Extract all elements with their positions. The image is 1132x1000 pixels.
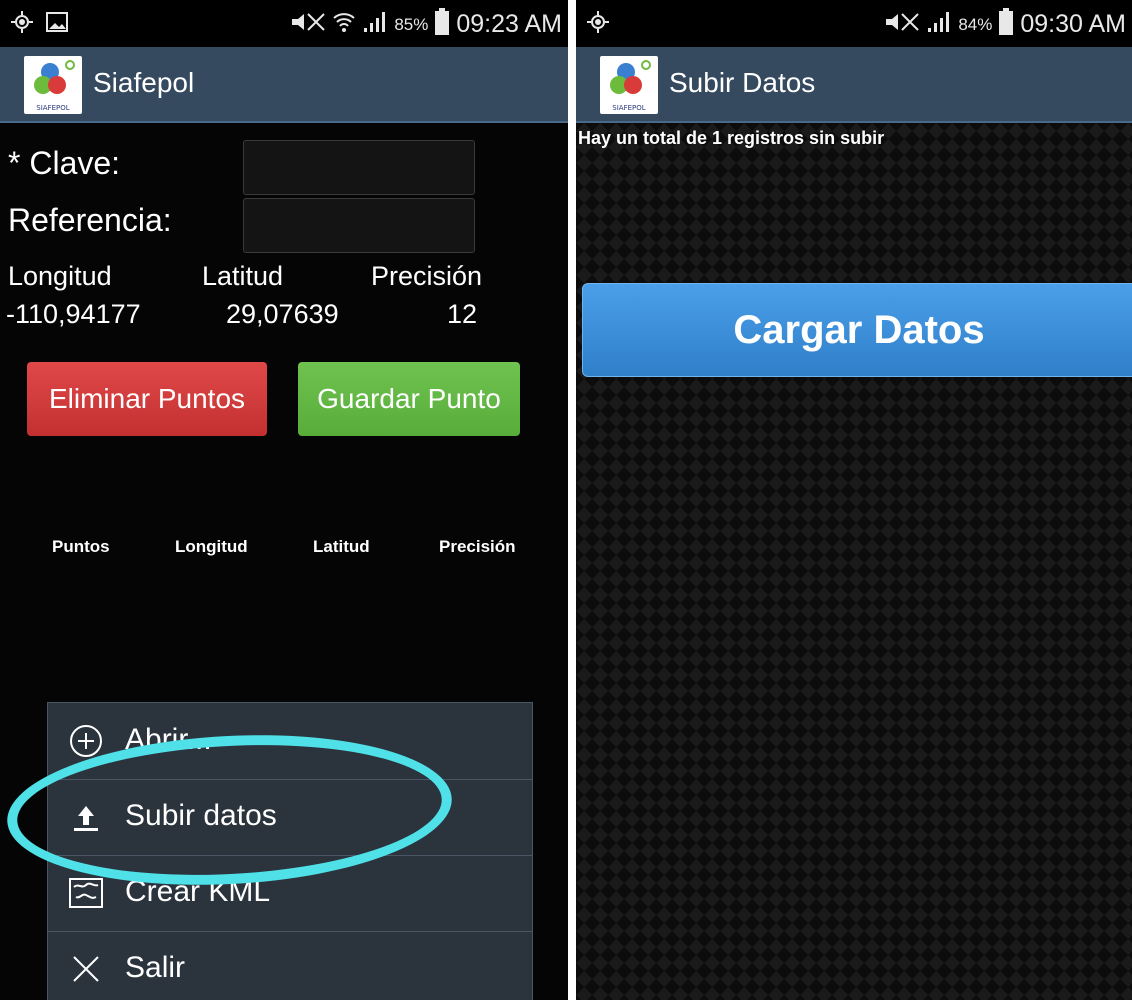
cargar-datos-button[interactable]: Cargar Datos xyxy=(582,283,1132,377)
wifi-icon xyxy=(332,10,356,39)
right-screen: 84% 09:30 AM SIAFEPOL Subir Datos Hay un… xyxy=(576,0,1132,1000)
precision-value: 12 xyxy=(447,299,478,329)
mute-icon xyxy=(290,11,326,38)
battery-percent: 84% xyxy=(958,14,993,34)
table-header-precision: Precisión xyxy=(439,537,516,556)
battery-percent: 85% xyxy=(394,14,429,34)
guardar-punto-button[interactable]: Guardar Punto xyxy=(298,362,520,436)
latitud-header: Latitud xyxy=(202,261,284,291)
app-logo[interactable]: SIAFEPOL xyxy=(600,56,658,114)
status-time: 09:23 AM xyxy=(456,10,562,38)
referencia-label: Referencia: xyxy=(8,202,172,238)
background-pattern xyxy=(576,123,1132,1000)
menu-item-salir[interactable]: Salir xyxy=(48,931,532,1000)
map-icon xyxy=(68,875,104,911)
gps-icon xyxy=(586,10,610,39)
battery-icon xyxy=(998,8,1014,41)
app-title: Subir Datos xyxy=(669,67,816,98)
eliminar-puntos-button[interactable]: Eliminar Puntos xyxy=(27,362,267,436)
mute-icon xyxy=(884,11,920,38)
signal-icon xyxy=(362,10,388,39)
longitud-header: Longitud xyxy=(8,261,112,291)
gps-icon xyxy=(10,10,34,39)
action-bar: SIAFEPOL Siafepol xyxy=(0,47,568,123)
app-logo[interactable]: SIAFEPOL xyxy=(24,56,82,114)
clave-field[interactable] xyxy=(243,140,475,195)
left-screen: 85% 09:23 AM SIAFEPOL Siafepol * Clave: … xyxy=(0,0,568,1000)
signal-icon xyxy=(926,10,952,39)
status-time: 09:30 AM xyxy=(1020,10,1126,38)
image-icon xyxy=(46,12,68,37)
table-header-puntos: Puntos xyxy=(52,537,110,556)
status-bar: 84% 09:30 AM xyxy=(576,0,1132,47)
table-header-latitud: Latitud xyxy=(313,537,370,556)
action-bar: SIAFEPOL Subir Datos xyxy=(576,47,1132,123)
table-header-longitud: Longitud xyxy=(175,537,248,556)
menu-item-label: Salir xyxy=(125,951,186,984)
latitud-value: 29,07639 xyxy=(226,299,339,329)
referencia-field[interactable] xyxy=(243,198,475,253)
precision-header: Precisión xyxy=(371,261,483,291)
pending-records-text: Hay un total de 1 registros sin subir xyxy=(578,128,885,148)
clave-label: * Clave: xyxy=(8,145,121,181)
status-bar: 85% 09:23 AM xyxy=(0,0,568,47)
logo-text: SIAFEPOL xyxy=(36,104,70,112)
plus-circle-icon xyxy=(68,723,104,759)
battery-icon xyxy=(434,8,450,41)
app-title: Siafepol xyxy=(93,67,195,98)
logo-text: SIAFEPOL xyxy=(612,104,646,112)
close-icon xyxy=(68,951,104,987)
longitud-value: -110,94177 xyxy=(6,299,141,329)
